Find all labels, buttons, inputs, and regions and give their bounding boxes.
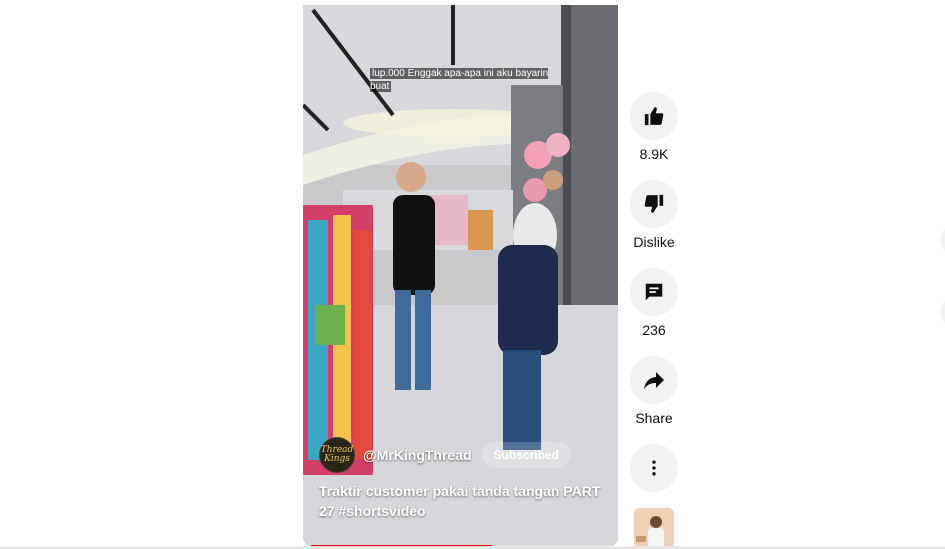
dislike-label: Dislike: [633, 234, 675, 250]
shorts-video-player[interactable]: lup.000 Enggak apa-apa ini aku bayarin b…: [303, 5, 618, 548]
thumb-up-icon: [644, 106, 664, 126]
thumb-down-icon: [644, 194, 664, 214]
more-vertical-icon: [652, 460, 656, 476]
share-button[interactable]: [630, 356, 678, 404]
previous-short-button[interactable]: [940, 225, 945, 255]
like-button[interactable]: [630, 92, 678, 140]
video-caption: lup.000 Enggak apa-apa ini aku bayarin b…: [370, 68, 549, 92]
like-action: 8.9K: [630, 92, 678, 162]
dislike-button[interactable]: [630, 180, 678, 228]
comment-count: 236: [642, 322, 666, 338]
channel-name[interactable]: @MrKingThread: [363, 447, 472, 463]
more-action: [630, 444, 678, 492]
sound-thumbnail[interactable]: [634, 508, 674, 548]
next-short-button[interactable]: [940, 297, 945, 327]
channel-row: Thread Kings @MrKingThread Subscribed: [319, 437, 571, 473]
comment-button[interactable]: [630, 268, 678, 316]
dislike-action: Dislike: [630, 180, 678, 250]
video-title[interactable]: Traktir customer pakai tanda tangan PART…: [319, 481, 609, 521]
share-action: Share: [630, 356, 678, 426]
share-label: Share: [635, 410, 673, 426]
comment-icon: [645, 283, 663, 301]
subscribed-button[interactable]: Subscribed: [481, 442, 571, 468]
channel-avatar[interactable]: Thread Kings: [319, 437, 355, 473]
comment-action: 236: [630, 268, 678, 338]
share-icon: [644, 372, 664, 389]
more-button[interactable]: [630, 444, 678, 492]
sound-thumbnail-image: [634, 508, 674, 548]
like-count: 8.9K: [639, 146, 669, 162]
